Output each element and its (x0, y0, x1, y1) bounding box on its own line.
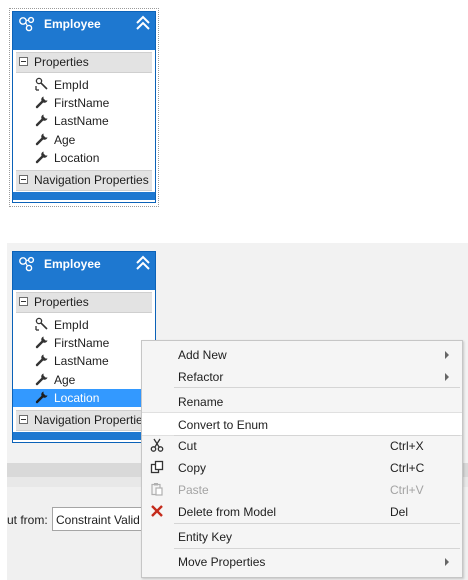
entity-footer (13, 192, 155, 200)
navigation-properties-label: Navigation Properties (34, 173, 149, 187)
menu-item-shortcut: Ctrl+V (390, 483, 424, 497)
copy-icon (150, 460, 164, 474)
menu-item-paste[interactable]: Paste Ctrl+V (142, 478, 462, 500)
collapse-minus-icon[interactable] (19, 175, 28, 184)
submenu-arrow-icon (445, 373, 449, 381)
menu-item-label: Delete from Model (178, 505, 277, 519)
wrench-icon (35, 151, 48, 164)
navigation-section-header[interactable]: Navigation Properties (16, 170, 152, 191)
delete-x-icon (151, 505, 163, 517)
wrench-icon (35, 96, 48, 109)
property-row[interactable]: LastName (35, 112, 145, 130)
property-name: FirstName (54, 96, 110, 110)
property-name: Location (54, 151, 100, 165)
filter-label: ut from: (7, 513, 48, 527)
property-name: LastName (54, 354, 109, 368)
properties-label: Properties (34, 55, 89, 69)
property-row[interactable]: Age (35, 131, 145, 149)
navigation-section-header[interactable]: Navigation Propertie (16, 410, 152, 431)
entity-footer (13, 432, 155, 440)
wrench-icon (35, 354, 48, 367)
property-row[interactable]: EmpId (35, 316, 145, 334)
menu-item-rename[interactable]: Rename (142, 390, 462, 412)
properties-label: Properties (34, 295, 89, 309)
menu-item-copy[interactable]: Copy Ctrl+C (142, 456, 462, 478)
collapse-minus-icon[interactable] (19, 415, 28, 424)
submenu-arrow-icon (445, 558, 449, 566)
key-wrench-icon (35, 317, 48, 331)
property-row[interactable]: FirstName (35, 94, 145, 112)
submenu-arrow-icon (445, 351, 449, 359)
property-name: Age (54, 133, 76, 147)
menu-item-label: Copy (178, 461, 207, 475)
wrench-icon (35, 373, 48, 386)
menu-item-label: Move Properties (178, 555, 266, 569)
menu-separator (174, 387, 460, 388)
entity-header[interactable]: Employee (13, 12, 155, 50)
menu-item-delete-from-model[interactable]: Delete from Model Del (142, 500, 462, 522)
key-wrench-icon (35, 77, 48, 91)
wrench-icon (35, 114, 48, 127)
menu-item-move-properties[interactable]: Move Properties (142, 550, 462, 572)
property-row[interactable]: Age (35, 371, 145, 389)
entity-icon (19, 256, 35, 272)
menu-item-shortcut: Ctrl+C (390, 461, 425, 475)
menu-separator (174, 523, 460, 524)
wrench-icon (35, 133, 48, 146)
top-entity-box[interactable]: Employee Properties EmpId FirstName Last… (12, 11, 156, 203)
properties-section-header[interactable]: Properties (16, 292, 152, 313)
scissors-icon (150, 438, 164, 452)
menu-item-label: Rename (178, 395, 224, 409)
collapse-icon[interactable] (135, 255, 151, 271)
paste-icon (151, 483, 163, 496)
property-row[interactable]: Location (35, 149, 145, 167)
property-name: LastName (54, 114, 109, 128)
entity-title: Employee (44, 17, 101, 31)
menu-item-shortcut: Del (390, 505, 409, 519)
menu-item-refactor[interactable]: Refactor (142, 365, 462, 387)
property-name: EmpId (54, 318, 89, 332)
context-menu: Add New Refactor Rename Convert to Enum … (141, 340, 463, 578)
property-name: EmpId (54, 78, 89, 92)
menu-item-label: Add New (178, 348, 227, 362)
menu-item-convert-to-enum[interactable]: Convert to Enum (142, 412, 462, 436)
menu-item-add-new[interactable]: Add New (142, 343, 462, 365)
entity-title: Employee (44, 257, 101, 271)
property-row[interactable]: EmpId (35, 76, 145, 94)
menu-item-shortcut: Ctrl+X (390, 439, 424, 453)
menu-separator (174, 548, 460, 549)
constraint-filter-dropdown[interactable]: Constraint Valid (52, 507, 148, 531)
collapse-minus-icon[interactable] (19, 57, 28, 66)
menu-item-cut[interactable]: Cut Ctrl+X (142, 434, 462, 456)
menu-item-label: Paste (178, 483, 209, 497)
property-name: Location (54, 391, 100, 405)
wrench-icon (35, 336, 48, 349)
property-row-selected[interactable]: Location (13, 389, 155, 407)
bottom-entity-box[interactable]: Employee Properties EmpId FirstName Last… (12, 251, 156, 443)
menu-item-label: Entity Key (178, 530, 233, 544)
menu-item-label: Convert to Enum (178, 418, 269, 432)
menu-item-entity-key[interactable]: Entity Key (142, 525, 462, 547)
collapse-minus-icon[interactable] (19, 297, 28, 306)
menu-item-label: Refactor (178, 370, 224, 384)
entity-header[interactable]: Employee (13, 252, 155, 290)
wrench-icon (35, 391, 48, 404)
entity-icon (19, 16, 35, 32)
property-name: Age (54, 373, 76, 387)
properties-section-header[interactable]: Properties (16, 52, 152, 73)
menu-item-label: Cut (178, 439, 197, 453)
property-row[interactable]: FirstName (35, 334, 145, 352)
collapse-icon[interactable] (135, 15, 151, 31)
property-name: FirstName (54, 336, 110, 350)
constraint-filter-value: Constraint Valid (56, 513, 140, 527)
navigation-properties-label: Navigation Propertie (34, 413, 143, 427)
property-row[interactable]: LastName (35, 352, 145, 370)
